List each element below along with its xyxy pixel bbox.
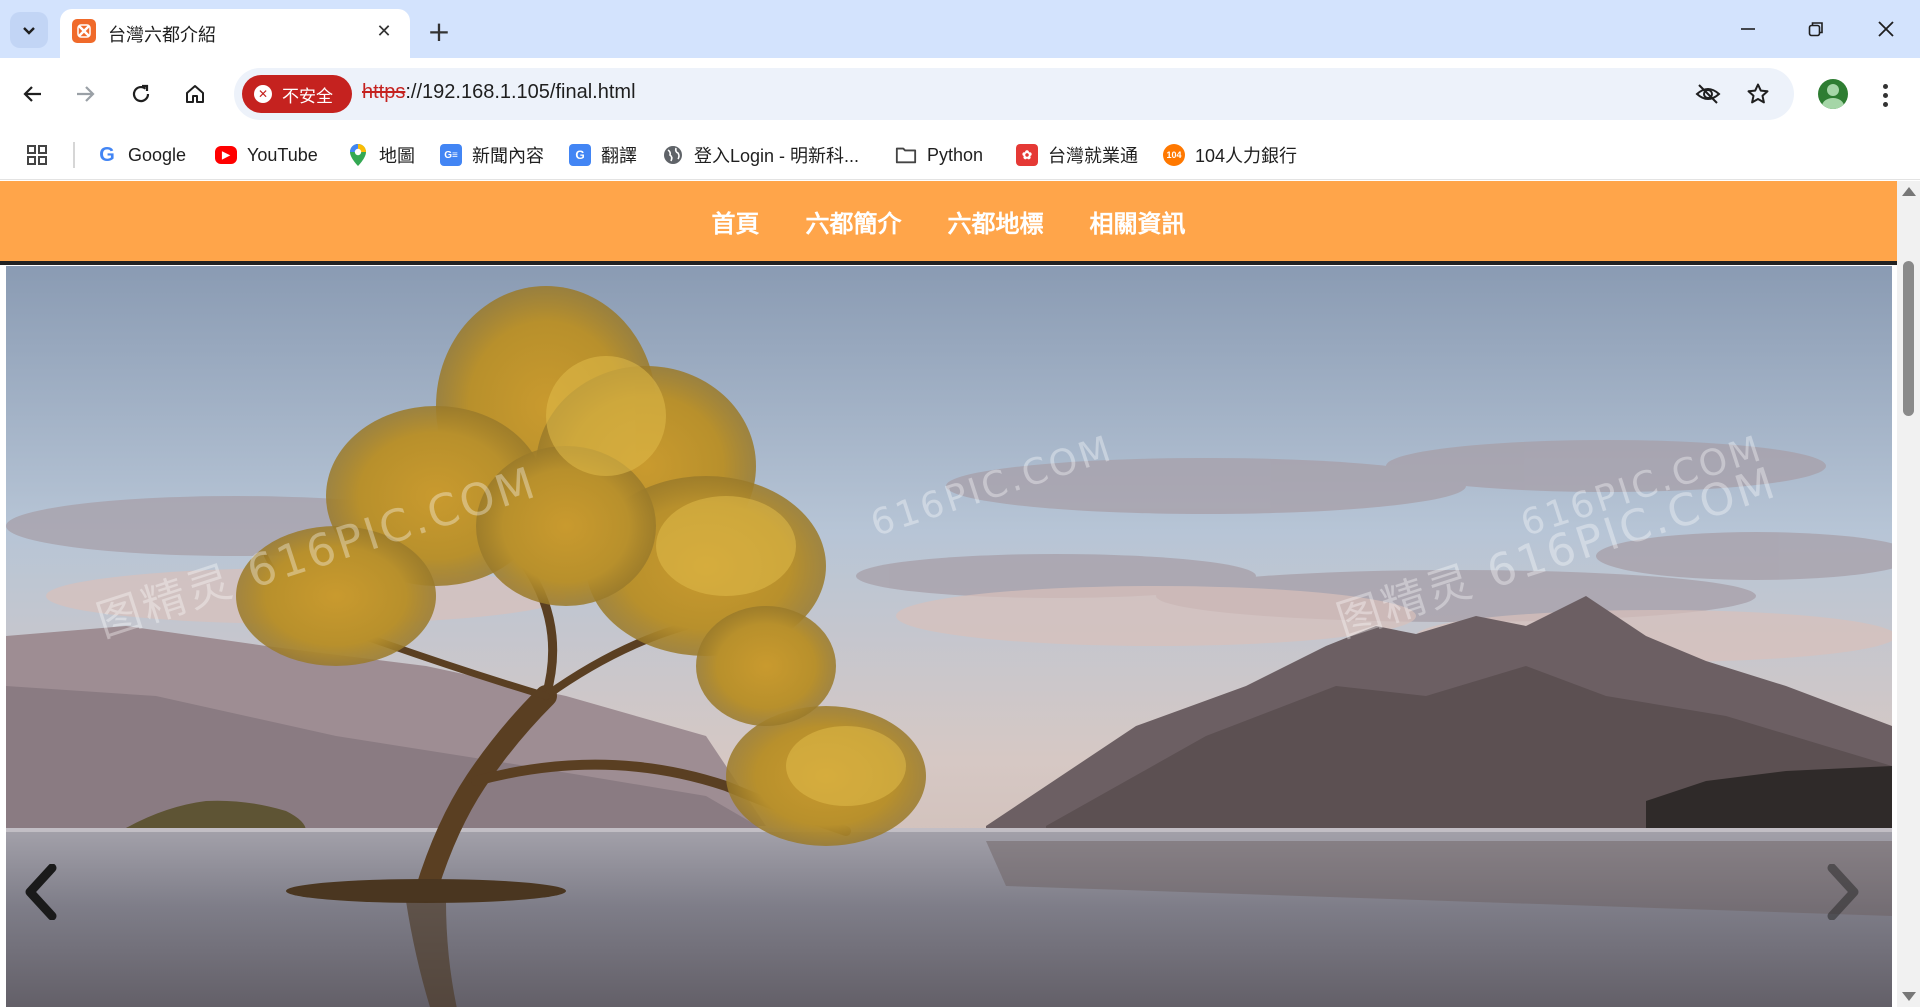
site-nav: 首頁 六都簡介 六都地標 相關資訊 — [0, 181, 1897, 261]
bookmarks-bar: G Google ▶ YouTube 地圖 G≡ 新聞內容 G 翻譯 登入Log… — [0, 130, 1920, 180]
restore-button[interactable] — [1788, 8, 1844, 50]
restore-icon — [1808, 22, 1823, 37]
lake-tree-image — [6, 266, 1892, 1007]
chevron-right-icon — [1827, 864, 1859, 920]
browser-toolbar: ✕ 不安全 https://192.168.1.105/final.html — [0, 58, 1920, 130]
tab-title: 台灣六都介紹 — [108, 25, 216, 46]
bookmark-label: 台灣就業通 — [1048, 146, 1138, 166]
nav-landmarks[interactable]: 六都地標 — [948, 204, 1044, 239]
job-icon: ✿ — [1016, 144, 1038, 166]
arrow-right-icon — [77, 86, 95, 102]
bookmark-star-icon[interactable] — [1740, 76, 1776, 112]
bookmark-label: Google — [128, 144, 187, 165]
maps-icon — [347, 144, 369, 166]
bookmark-label: 新聞內容 — [472, 146, 544, 166]
xampp-favicon-icon — [72, 19, 96, 43]
back-button[interactable] — [12, 73, 54, 115]
folder-icon — [895, 144, 917, 166]
security-label: 不安全 — [282, 86, 333, 107]
nav-info[interactable]: 相關資訊 — [1090, 204, 1186, 239]
scroll-down-arrow-icon[interactable] — [1902, 992, 1916, 1001]
chevron-left-icon — [25, 864, 57, 920]
home-icon — [186, 85, 204, 103]
carousel-next-button[interactable] — [1826, 864, 1886, 934]
forward-button[interactable] — [64, 73, 106, 115]
tab-close-icon[interactable]: ✕ — [370, 17, 398, 45]
reload-icon — [132, 84, 150, 103]
bookmark-label: Python — [927, 144, 984, 165]
bookmark-label: 104人力銀行 — [1195, 146, 1298, 166]
nav-intro[interactable]: 六都簡介 — [806, 204, 902, 239]
arrow-left-icon — [23, 86, 41, 102]
bookmark-google[interactable]: G Google — [96, 140, 186, 170]
active-tab[interactable]: 台灣六都介紹 ✕ — [60, 9, 410, 59]
bookmark-label: 地圖 — [379, 146, 415, 166]
news-icon: G≡ — [440, 144, 462, 166]
tab-strip: 台灣六都介紹 ✕ + — [0, 0, 1920, 59]
bookmark-taiwanjobs[interactable]: ✿ 台灣就業通 — [1016, 140, 1138, 170]
url-text[interactable]: https://192.168.1.105/final.html — [362, 81, 636, 104]
bookmark-folder-python[interactable]: Python — [895, 140, 983, 170]
bookmark-104[interactable]: 104 104人力銀行 — [1163, 140, 1297, 170]
address-bar[interactable]: ✕ 不安全 https://192.168.1.105/final.html — [234, 68, 1794, 120]
carousel-prev-button[interactable] — [22, 864, 82, 934]
minimize-button[interactable] — [1720, 8, 1776, 50]
page-scrollbar[interactable] — [1897, 181, 1920, 1007]
tab-search-button[interactable] — [10, 12, 48, 48]
apps-grid-icon[interactable] — [26, 140, 48, 170]
chevron-down-icon — [23, 27, 35, 35]
new-tab-button[interactable]: + — [422, 14, 456, 48]
hero-carousel[interactable]: 图精灵 616PIC.COM 图精灵 616PIC.COM 616PIC.COM… — [6, 266, 1892, 1007]
close-icon — [1878, 21, 1894, 37]
bookmark-news[interactable]: G≡ 新聞內容 — [440, 140, 544, 170]
scrollbar-thumb[interactable] — [1903, 261, 1914, 416]
bookmark-translate[interactable]: G 翻譯 — [569, 140, 637, 170]
bookmark-label: 翻譯 — [601, 146, 637, 166]
reload-button[interactable] — [120, 73, 162, 115]
translate-icon: G — [569, 144, 591, 166]
google-icon: G — [96, 144, 118, 166]
bookmark-login[interactable]: 登入Login - 明新科... — [662, 140, 859, 170]
warning-icon: ✕ — [254, 85, 272, 103]
profile-avatar[interactable] — [1818, 79, 1848, 109]
bookmark-maps[interactable]: 地圖 — [347, 140, 415, 170]
bookmarks-divider — [73, 142, 75, 168]
url-rest: ://192.168.1.105/final.html — [405, 81, 636, 103]
kebab-menu-icon[interactable] — [1870, 78, 1900, 112]
scroll-up-arrow-icon[interactable] — [1902, 187, 1916, 196]
bookmark-label: 登入Login - 明新科... — [694, 146, 860, 166]
nav-home[interactable]: 首頁 — [712, 204, 760, 239]
bookmark-youtube[interactable]: ▶ YouTube — [215, 140, 318, 170]
close-window-button[interactable] — [1858, 8, 1914, 50]
youtube-icon: ▶ — [215, 146, 237, 164]
url-scheme: https — [362, 81, 406, 103]
bookmark-label: YouTube — [247, 144, 318, 165]
security-chip[interactable]: ✕ 不安全 — [242, 75, 352, 113]
minimize-icon — [1741, 28, 1755, 30]
globe-icon — [662, 144, 684, 166]
home-button[interactable] — [174, 73, 216, 115]
tracking-protection-icon[interactable] — [1690, 76, 1726, 112]
104-icon: 104 — [1163, 144, 1185, 166]
page-viewport: 首頁 六都簡介 六都地標 相關資訊 图精灵 616PIC.COM 图精灵 616… — [0, 181, 1897, 1007]
nav-divider — [0, 261, 1897, 265]
